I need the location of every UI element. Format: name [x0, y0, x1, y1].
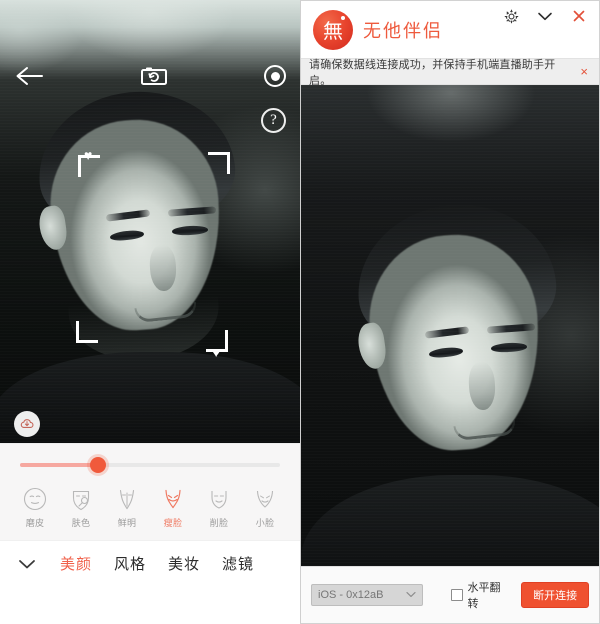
beauty-slider-thumb[interactable]: [90, 457, 106, 473]
record-dot-icon[interactable]: [264, 65, 286, 87]
app-logo-dot: [341, 15, 345, 20]
notification-bar: 请确保数据线连接成功，并保持手机端直播助手开启。 ×: [301, 58, 599, 87]
checkbox-box[interactable]: [450, 589, 463, 601]
beauty-slider-row: [0, 444, 300, 486]
desktop-app-window: 無 无他伴侣 请确保数据线连接成功，并保持手机端直播助手开启。 × iOS - …: [300, 0, 600, 624]
notification-text: 请确保数据线连接成功，并保持手机端直播助手开启。: [309, 58, 556, 87]
camera-top-bar: [0, 55, 300, 97]
chevron-down-icon: [405, 589, 416, 601]
app-title: 无他伴侣: [363, 20, 443, 41]
chevron-down-icon[interactable]: [16, 558, 38, 570]
help-button[interactable]: ?: [261, 108, 286, 133]
beauty-tool-smooth-skin[interactable]: 磨皮: [12, 486, 58, 529]
device-select-value: iOS - 0x12aB: [318, 589, 384, 601]
carve-face-icon: [206, 486, 232, 512]
app-logo: 無: [313, 9, 353, 50]
phone-preview-panel: ♥ ♥ ? 磨皮 肤色 鲜明 瘦脸 削脸 小脸 美颜 风格 美妆 滤镜: [0, 0, 300, 624]
beauty-tools-row: 磨皮 肤色 鲜明 瘦脸 削脸 小脸: [0, 486, 300, 529]
camera-viewport: ♥ ♥ ?: [0, 0, 300, 443]
beauty-slider-fill: [20, 463, 98, 467]
app-title-bar: 無 无他伴侣: [301, 1, 599, 58]
vivid-icon: [114, 486, 140, 512]
chevron-down-icon[interactable]: [533, 5, 557, 27]
phone-bottom-filler: [0, 586, 300, 624]
smooth-skin-icon: [22, 486, 48, 512]
skin-tone-icon: [68, 486, 94, 512]
beauty-tool-skin-tone[interactable]: 肤色: [58, 486, 104, 529]
phone-tab-bar: 美颜 风格 美妆 滤镜: [0, 540, 300, 586]
beauty-tool-vivid[interactable]: 鲜明: [104, 486, 150, 529]
gear-icon[interactable]: [499, 5, 523, 27]
tab-makeup[interactable]: 美妆: [168, 553, 200, 574]
cloud-icon[interactable]: [14, 411, 40, 437]
tab-filter[interactable]: 滤镜: [222, 553, 254, 574]
back-arrow-icon[interactable]: [14, 65, 44, 87]
beauty-tool-label: 瘦脸: [163, 518, 183, 528]
beauty-tool-label: 磨皮: [25, 518, 45, 528]
beauty-tool-label: 削脸: [209, 518, 229, 528]
beauty-tool-label: 肤色: [71, 518, 91, 528]
beauty-controls-strip: 磨皮 肤色 鲜明 瘦脸 削脸 小脸: [0, 443, 300, 540]
app-logo-glyph: 無: [323, 19, 343, 43]
screenshot-root: ♥ ♥ ? 磨皮 肤色 鲜明 瘦脸 削脸 小脸 美颜 风格 美妆 滤镜 無 无他…: [0, 0, 600, 624]
tab-beauty[interactable]: 美颜: [60, 553, 92, 574]
beauty-tool-small-face[interactable]: 小脸: [242, 486, 288, 529]
beauty-tool-carve-face[interactable]: 削脸: [196, 486, 242, 529]
tab-style[interactable]: 风格: [114, 553, 146, 574]
beauty-tool-label: 小脸: [255, 518, 275, 528]
small-face-icon: [252, 486, 278, 512]
disconnect-button[interactable]: 断开连接: [521, 582, 589, 608]
close-icon[interactable]: [567, 5, 591, 27]
slim-face-icon: [160, 486, 186, 512]
beauty-slider-track[interactable]: [20, 457, 280, 473]
video-preview-stage: iOS - 0x12aB 水平翻转 断开连接: [301, 85, 599, 623]
horizontal-flip-label: 水平翻转: [467, 582, 501, 610]
notification-close-button[interactable]: ×: [577, 64, 591, 79]
window-controls: [499, 5, 591, 27]
camera-switch-icon[interactable]: [139, 65, 169, 87]
beauty-tool-slim-face[interactable]: 瘦脸: [150, 486, 196, 529]
video-preview: [301, 85, 599, 566]
device-select[interactable]: iOS - 0x12aB: [311, 584, 423, 606]
horizontal-flip-checkbox[interactable]: 水平翻转: [450, 579, 512, 611]
beauty-tool-label: 鲜明: [117, 518, 137, 528]
app-bottom-bar: iOS - 0x12aB 水平翻转 断开连接: [301, 566, 599, 623]
